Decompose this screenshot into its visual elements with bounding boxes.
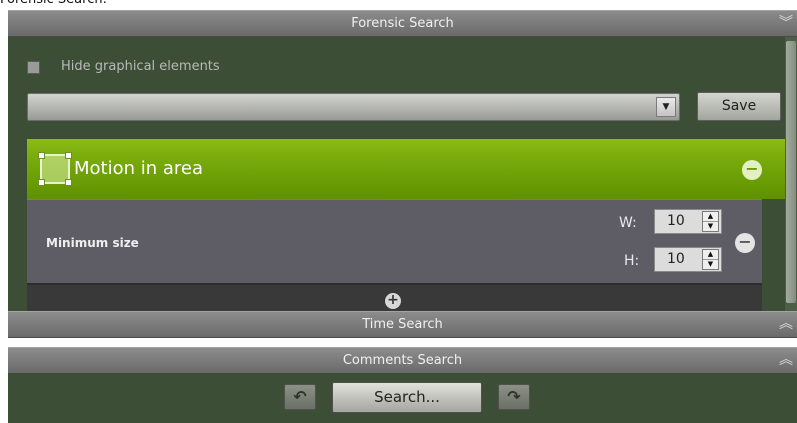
motion-condition-header[interactable]: Motion in area −: [27, 139, 797, 199]
undo-arrow-icon[interactable]: ↶: [284, 384, 316, 410]
search-action-bar: ↶ Search... ↷: [8, 373, 797, 423]
window-title: Forensic Search:: [0, 0, 107, 9]
comments-search-title: Comments Search: [342, 353, 463, 368]
preset-dropdown[interactable]: ▼: [27, 93, 680, 121]
minimum-size-condition: Minimum size W: 10 ▲ ▼ H: 10 ▲ ▼ −: [27, 199, 762, 283]
minimum-size-label: Minimum size: [46, 236, 139, 250]
add-condition-row[interactable]: +: [27, 283, 762, 311]
width-label: W:: [619, 215, 637, 231]
time-search-header[interactable]: Time Search ︽: [8, 311, 797, 338]
comments-search-header[interactable]: Comments Search ︽: [8, 347, 797, 374]
search-button[interactable]: Search...: [332, 382, 482, 413]
plus-circle-icon[interactable]: +: [385, 293, 401, 309]
remove-condition-icon[interactable]: −: [742, 160, 762, 180]
remove-minimum-size-icon[interactable]: −: [735, 233, 755, 253]
condition-title: Motion in area: [74, 158, 204, 179]
redo-arrow-icon[interactable]: ↷: [498, 384, 530, 410]
save-button[interactable]: Save: [697, 92, 781, 121]
height-label: H:: [624, 253, 640, 269]
forensic-search-header[interactable]: Forensic Search ︾: [8, 10, 797, 37]
height-increment-icon[interactable]: ▲: [703, 250, 718, 260]
hide-graphics-checkbox[interactable]: [27, 61, 40, 74]
hide-graphics-label: Hide graphical elements: [61, 59, 220, 74]
chevron-double-up-icon[interactable]: ︽: [779, 348, 793, 373]
dropdown-arrow-icon[interactable]: ▼: [656, 97, 676, 117]
chevron-double-up-icon[interactable]: ︽: [779, 312, 793, 337]
width-value[interactable]: 10: [667, 210, 685, 233]
forensic-search-panel: Hide graphical elements ▼ Save Motion in…: [8, 37, 797, 311]
forensic-search-title: Forensic Search: [351, 16, 454, 31]
panel-scrollbar[interactable]: [785, 37, 797, 311]
area-icon: [38, 152, 72, 186]
width-increment-icon[interactable]: ▲: [703, 212, 718, 222]
width-stepper[interactable]: 10 ▲ ▼: [654, 209, 722, 234]
height-value[interactable]: 10: [667, 248, 685, 271]
scrollbar-thumb[interactable]: [786, 41, 796, 303]
time-search-title: Time Search: [362, 317, 443, 332]
chevron-double-down-icon[interactable]: ︾: [779, 11, 793, 36]
height-stepper[interactable]: 10 ▲ ▼: [654, 247, 722, 272]
height-decrement-icon[interactable]: ▼: [703, 260, 718, 269]
width-decrement-icon[interactable]: ▼: [703, 222, 718, 231]
